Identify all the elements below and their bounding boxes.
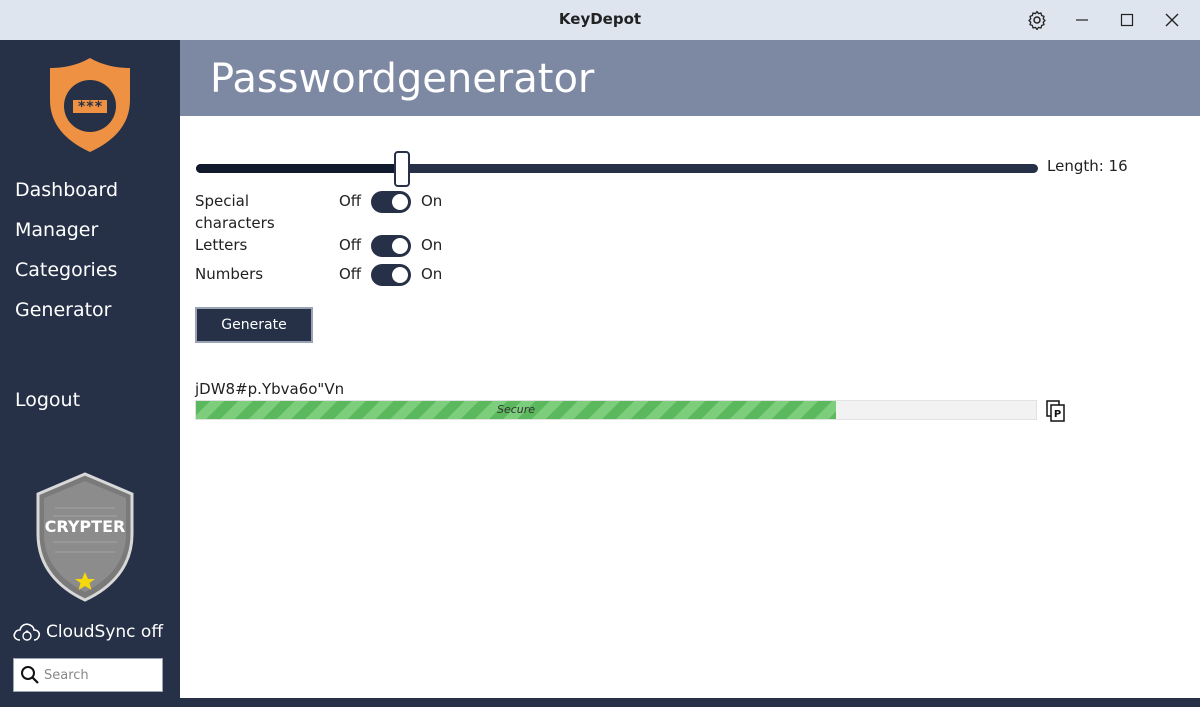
- sidebar: *** Dashboard Manager Categories Generat…: [0, 40, 180, 698]
- option-letters-on: On: [421, 236, 443, 254]
- sidebar-item-dashboard[interactable]: Dashboard: [15, 179, 118, 201]
- bottom-strip: [0, 698, 1200, 707]
- sidebar-item-categories[interactable]: Categories: [15, 259, 117, 281]
- option-letters-label: Letters: [195, 236, 248, 254]
- length-slider-fill: [196, 164, 403, 173]
- cloudsync-status[interactable]: CloudSync off: [12, 620, 163, 644]
- sidebar-item-manager[interactable]: Manager: [15, 219, 98, 241]
- page-title: Passwordgenerator: [210, 56, 595, 102]
- generated-password: jDW8#p.Ybva6o"Vn: [195, 380, 345, 398]
- search-icon: [21, 666, 39, 684]
- logo-text: ***: [77, 99, 102, 115]
- maximize-icon[interactable]: [1115, 8, 1139, 32]
- toggle-knob: [392, 238, 408, 254]
- cloudsync-label: CloudSync off: [46, 622, 164, 642]
- badge-title: CRYPTER: [45, 517, 126, 536]
- close-icon[interactable]: [1160, 8, 1184, 32]
- toggle-letters[interactable]: [371, 235, 411, 257]
- password-strength-bar: Secure: [195, 400, 1037, 420]
- option-numbers-on: On: [421, 265, 443, 283]
- option-letters-off: Off: [339, 236, 362, 254]
- toggle-special-characters[interactable]: [371, 191, 411, 213]
- option-numbers-off: Off: [339, 265, 362, 283]
- option-numbers-label: Numbers: [195, 265, 264, 283]
- crypter-badge: CRYPTER: [35, 472, 135, 606]
- length-slider-track[interactable]: [196, 164, 1038, 173]
- option-special-characters-label: Special characters: [195, 192, 275, 232]
- page-header: Passwordgenerator: [180, 40, 1200, 116]
- sidebar-item-generator[interactable]: Generator: [15, 299, 111, 321]
- generate-button[interactable]: Generate: [195, 307, 313, 343]
- toggle-numbers[interactable]: [371, 264, 411, 286]
- title-bar: KeyDepot: [0, 0, 1200, 40]
- toggle-knob: [392, 194, 408, 210]
- app-title: KeyDepot: [558, 10, 642, 28]
- password-strength-label: Secure: [497, 403, 536, 416]
- toggle-knob: [392, 267, 408, 283]
- app-logo-shield-icon: ***: [48, 56, 132, 158]
- cloud-sync-icon: [13, 623, 41, 641]
- option-special-characters-off: Off: [339, 192, 362, 210]
- length-label: Length: 16: [1047, 157, 1128, 175]
- settings-gear-icon[interactable]: [1025, 8, 1049, 32]
- option-special-characters-on: On: [421, 192, 443, 210]
- minimize-icon[interactable]: [1070, 8, 1094, 32]
- search-input[interactable]: [44, 667, 154, 683]
- copy-password-icon[interactable]: P: [1046, 400, 1066, 426]
- sidebar-item-logout[interactable]: Logout: [15, 389, 80, 411]
- search-field[interactable]: [13, 658, 163, 692]
- svg-text:P: P: [1054, 409, 1061, 420]
- length-slider-thumb[interactable]: [394, 151, 411, 187]
